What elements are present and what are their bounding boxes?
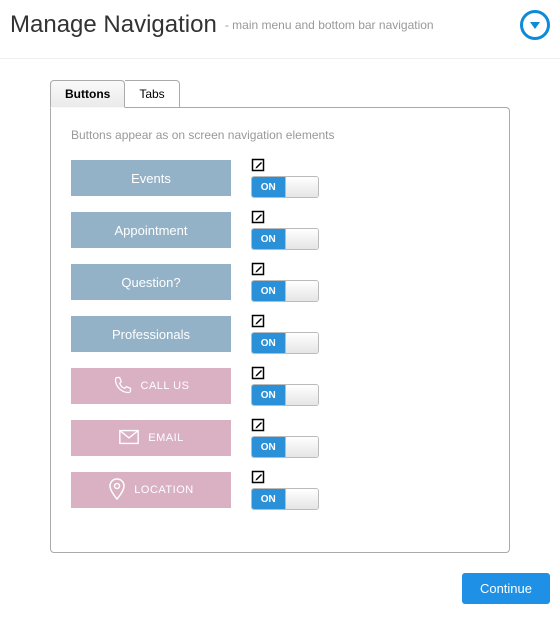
edit-icon[interactable] <box>251 210 265 224</box>
nav-button-label: Appointment <box>115 223 188 238</box>
toggle-on-label: ON <box>252 489 285 509</box>
edit-icon[interactable] <box>251 314 265 328</box>
tab-bar: Buttons Tabs <box>50 79 510 107</box>
continue-button[interactable]: Continue <box>462 573 550 604</box>
nav-controls: ON <box>251 158 319 198</box>
phone-icon <box>113 375 133 398</box>
nav-button-label: Question? <box>121 275 180 290</box>
header-dropdown-button[interactable] <box>520 10 550 40</box>
nav-button[interactable]: Question? <box>71 264 231 300</box>
nav-row: LOCATION ON <box>71 470 489 510</box>
toggle-on-label: ON <box>252 229 285 249</box>
toggle-on-label: ON <box>252 333 285 353</box>
toggle-on-label: ON <box>252 385 285 405</box>
nav-controls: ON <box>251 366 319 406</box>
tab-tabs[interactable]: Tabs <box>125 80 179 108</box>
visibility-toggle[interactable]: ON <box>251 280 319 302</box>
visibility-toggle[interactable]: ON <box>251 436 319 458</box>
nav-row: Question? ON <box>71 262 489 302</box>
edit-icon[interactable] <box>251 418 265 432</box>
buttons-panel: Buttons appear as on screen navigation e… <box>50 107 510 553</box>
visibility-toggle[interactable]: ON <box>251 332 319 354</box>
toggle-handle <box>285 333 319 353</box>
tab-buttons[interactable]: Buttons <box>50 80 125 108</box>
nav-button[interactable]: CALL US <box>71 368 231 404</box>
edit-icon[interactable] <box>251 158 265 172</box>
visibility-toggle[interactable]: ON <box>251 384 319 406</box>
edit-icon[interactable] <box>251 470 265 484</box>
nav-controls: ON <box>251 210 319 250</box>
toggle-handle <box>285 385 319 405</box>
nav-row: Professionals ON <box>71 314 489 354</box>
visibility-toggle[interactable]: ON <box>251 228 319 250</box>
edit-icon[interactable] <box>251 262 265 276</box>
toggle-on-label: ON <box>252 177 285 197</box>
nav-button-label: LOCATION <box>134 484 193 496</box>
visibility-toggle[interactable]: ON <box>251 488 319 510</box>
nav-button[interactable]: LOCATION <box>71 472 231 508</box>
nav-controls: ON <box>251 314 319 354</box>
nav-button-label: CALL US <box>141 380 190 392</box>
pin-icon <box>108 478 126 503</box>
nav-button[interactable]: Events <box>71 160 231 196</box>
nav-controls: ON <box>251 262 319 302</box>
toggle-on-label: ON <box>252 437 285 457</box>
nav-button[interactable]: EMAIL <box>71 420 231 456</box>
nav-row: Appointment ON <box>71 210 489 250</box>
footer: Continue <box>0 563 560 624</box>
nav-row: CALL US ON <box>71 366 489 406</box>
panel-note: Buttons appear as on screen navigation e… <box>71 128 489 142</box>
chevron-down-icon <box>528 18 542 32</box>
toggle-handle <box>285 177 319 197</box>
nav-row: EMAIL ON <box>71 418 489 458</box>
toggle-on-label: ON <box>252 281 285 301</box>
nav-controls: ON <box>251 470 319 510</box>
content-area: Buttons Tabs Buttons appear as on screen… <box>0 59 560 563</box>
nav-row: Events ON <box>71 158 489 198</box>
nav-button-label: Professionals <box>112 327 190 342</box>
nav-button[interactable]: Professionals <box>71 316 231 352</box>
toggle-handle <box>285 229 319 249</box>
toggle-handle <box>285 281 319 301</box>
visibility-toggle[interactable]: ON <box>251 176 319 198</box>
edit-icon[interactable] <box>251 366 265 380</box>
nav-button-label: Events <box>131 171 171 186</box>
nav-button-label: EMAIL <box>148 432 184 444</box>
nav-controls: ON <box>251 418 319 458</box>
toggle-handle <box>285 437 319 457</box>
toggle-handle <box>285 489 319 509</box>
page-header: Manage Navigation - main menu and bottom… <box>0 0 560 59</box>
nav-button[interactable]: Appointment <box>71 212 231 248</box>
envelope-icon <box>118 427 140 450</box>
page-title: Manage Navigation <box>10 11 217 39</box>
page-subtitle: - main menu and bottom bar navigation <box>225 18 434 32</box>
